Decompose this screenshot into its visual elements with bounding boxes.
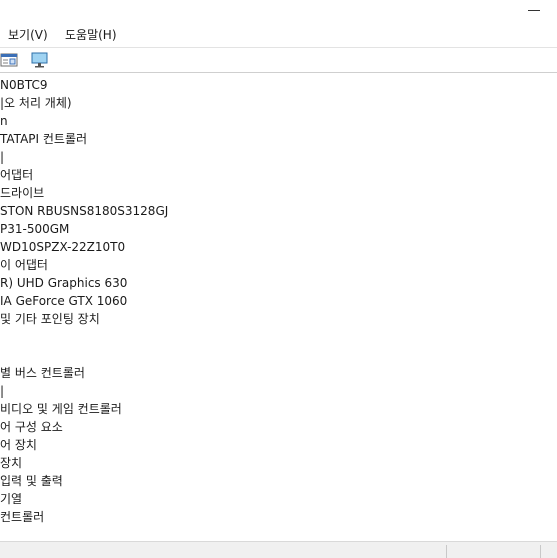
tree-item[interactable]: N0BTC9: [0, 76, 47, 94]
minimize-button[interactable]: [517, 0, 551, 22]
tree-item[interactable]: 및 기타 포인팅 장치: [0, 310, 100, 328]
tree-item[interactable]: IA GeForce GTX 1060: [0, 292, 127, 310]
monitor-icon[interactable]: [30, 51, 50, 69]
tree-item[interactable]: P31-500GM: [0, 220, 69, 238]
tree-item[interactable]: STON RBUSNS8180S3128GJ: [0, 202, 168, 220]
tree-item[interactable]: n: [0, 112, 8, 130]
tree-item[interactable]: 어 장치: [0, 436, 37, 454]
tree-item[interactable]: 입력 및 출력: [0, 472, 63, 490]
menu-view[interactable]: 보기(V): [8, 27, 48, 43]
tree-item[interactable]: 어댑터: [0, 166, 33, 184]
tree-item[interactable]: 장치: [0, 454, 22, 472]
tree-item[interactable]: R) UHD Graphics 630: [0, 274, 127, 292]
tree-item[interactable]: |: [0, 148, 4, 166]
tree-item[interactable]: 이 어댑터: [0, 256, 48, 274]
title-bar: [0, 0, 557, 24]
tree-item[interactable]: 비디오 및 게임 컨트롤러: [0, 400, 122, 418]
tree-item[interactable]: 기열: [0, 490, 22, 508]
menu-help[interactable]: 도움말(H): [65, 27, 117, 43]
tree-item[interactable]: 드라이브: [0, 184, 44, 202]
tree-item[interactable]: WD10SPZX-22Z10T0: [0, 238, 125, 256]
tree-item[interactable]: 별 버스 컨트롤러: [0, 364, 85, 382]
tree-item[interactable]: 어 구성 요소: [0, 418, 63, 436]
tree-item[interactable]: 컨트롤러: [0, 508, 44, 526]
tree-item[interactable]: |오 처리 개체): [0, 94, 72, 112]
tree-item[interactable]: TATAPI 컨트롤러: [0, 130, 87, 148]
toolbar: [0, 47, 557, 73]
status-bar: [0, 541, 557, 558]
menu-bar: 보기(V) 도움말(H): [0, 24, 557, 46]
tree-item[interactable]: |: [0, 382, 4, 400]
status-divider: [446, 545, 447, 558]
properties-pane-icon[interactable]: [0, 51, 20, 69]
device-tree: N0BTC9 |오 처리 개체) n TATAPI 컨트롤러 | 어댑터 드라이브 STON …: [0, 76, 557, 538]
status-divider: [540, 545, 541, 558]
